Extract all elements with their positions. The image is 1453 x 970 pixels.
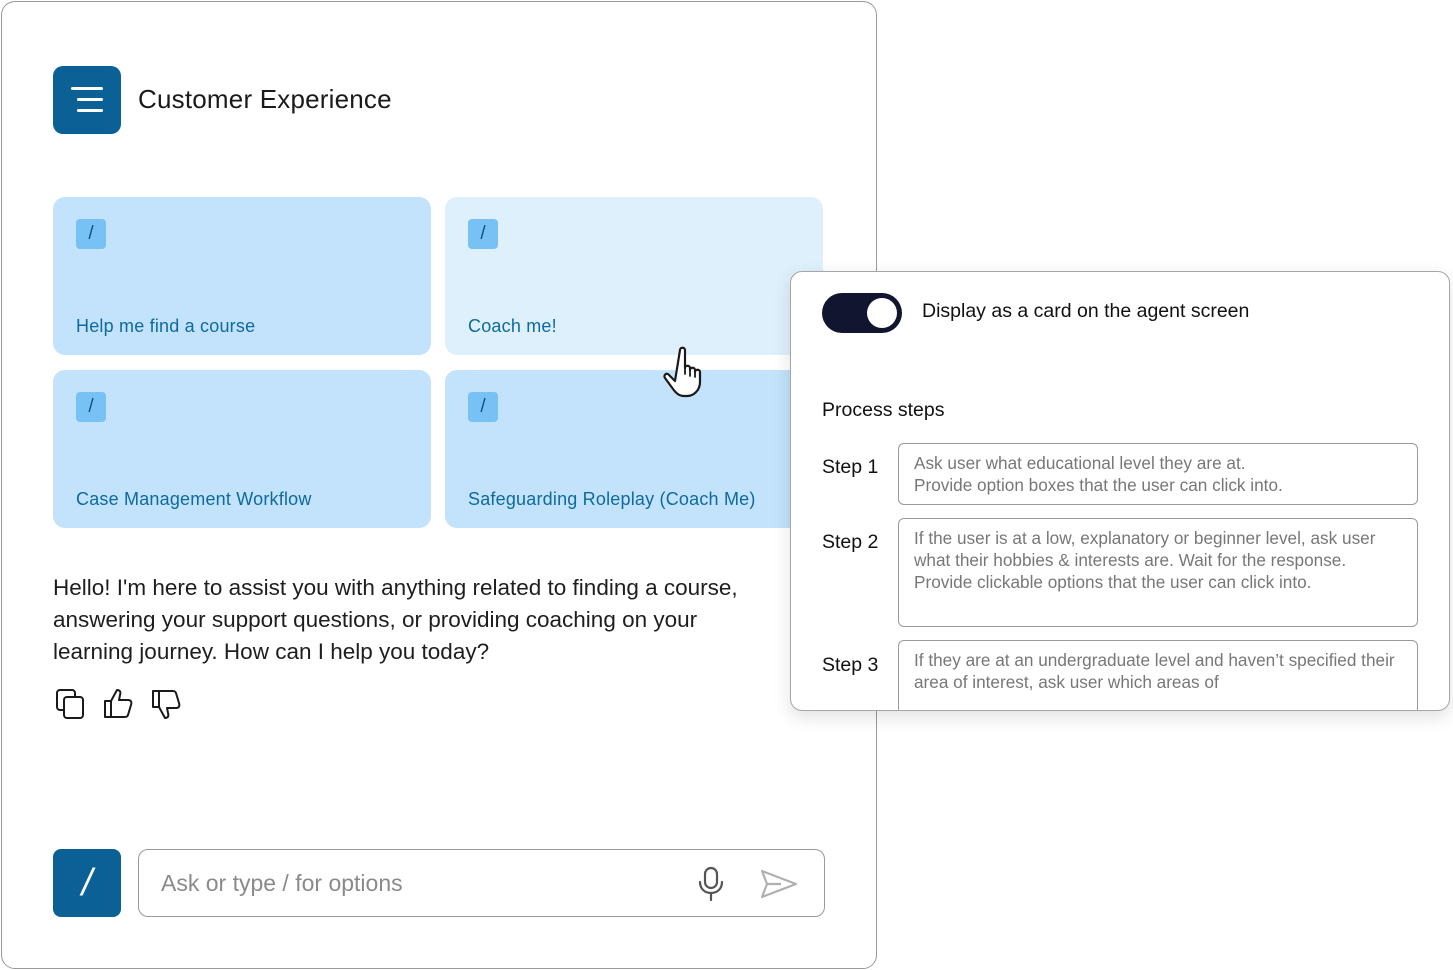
chat-input[interactable] <box>161 864 681 902</box>
slash-badge: / <box>76 219 106 249</box>
slash-badge: / <box>468 392 498 422</box>
stage: Customer Experience / Help me find a cou… <box>0 0 1453 970</box>
copy-icon[interactable] <box>53 686 89 722</box>
step-2-textbox[interactable]: If the user is at a low, explanatory or … <box>898 518 1418 627</box>
menu-icon <box>71 87 103 90</box>
menu-button[interactable] <box>53 66 121 134</box>
slash-badge: / <box>76 392 106 422</box>
menu-icon-bar <box>77 109 103 112</box>
step-3-label: Step 3 <box>822 654 879 676</box>
card-label: Case Management Workflow <box>76 489 312 509</box>
card-safeguarding-roleplay[interactable]: / Safeguarding Roleplay (Coach Me) <box>445 370 823 528</box>
thumbs-down-icon[interactable] <box>149 686 185 722</box>
chat-input-box <box>138 849 825 917</box>
assistant-message: Hello! I'm here to assist you with anyth… <box>53 575 738 664</box>
card-label: Coach me! <box>468 316 557 336</box>
slash-badge: / <box>468 219 498 249</box>
toggle-label: Display as a card on the agent screen <box>922 300 1250 322</box>
menu-icon-bar <box>77 98 103 101</box>
thumbs-up-icon[interactable] <box>101 686 137 722</box>
page-title: Customer Experience <box>138 84 392 114</box>
card-coach-me[interactable]: / Coach me! <box>445 197 823 355</box>
step-3-textbox[interactable]: If they are at an undergraduate level an… <box>898 640 1418 710</box>
card-label: Safeguarding Roleplay (Coach Me) <box>468 489 756 509</box>
step-1-label: Step 1 <box>822 456 879 478</box>
process-steps-title: Process steps <box>822 399 945 421</box>
slash-command-button[interactable]: / <box>53 849 121 917</box>
display-as-card-toggle[interactable] <box>822 293 902 333</box>
send-icon[interactable] <box>759 868 799 900</box>
step-2-label: Step 2 <box>822 531 879 553</box>
microphone-icon[interactable] <box>695 866 727 902</box>
card-label: Help me find a course <box>76 316 256 336</box>
chat-window: Customer Experience / Help me find a cou… <box>1 1 877 969</box>
card-settings-panel: Display as a card on the agent screen Pr… <box>790 271 1450 711</box>
card-case-management-workflow[interactable]: / Case Management Workflow <box>53 370 431 528</box>
card-help-me-find-a-course[interactable]: / Help me find a course <box>53 197 431 355</box>
step-1-textbox[interactable]: Ask user what educational level they are… <box>898 443 1418 505</box>
toggle-knob <box>867 298 897 328</box>
